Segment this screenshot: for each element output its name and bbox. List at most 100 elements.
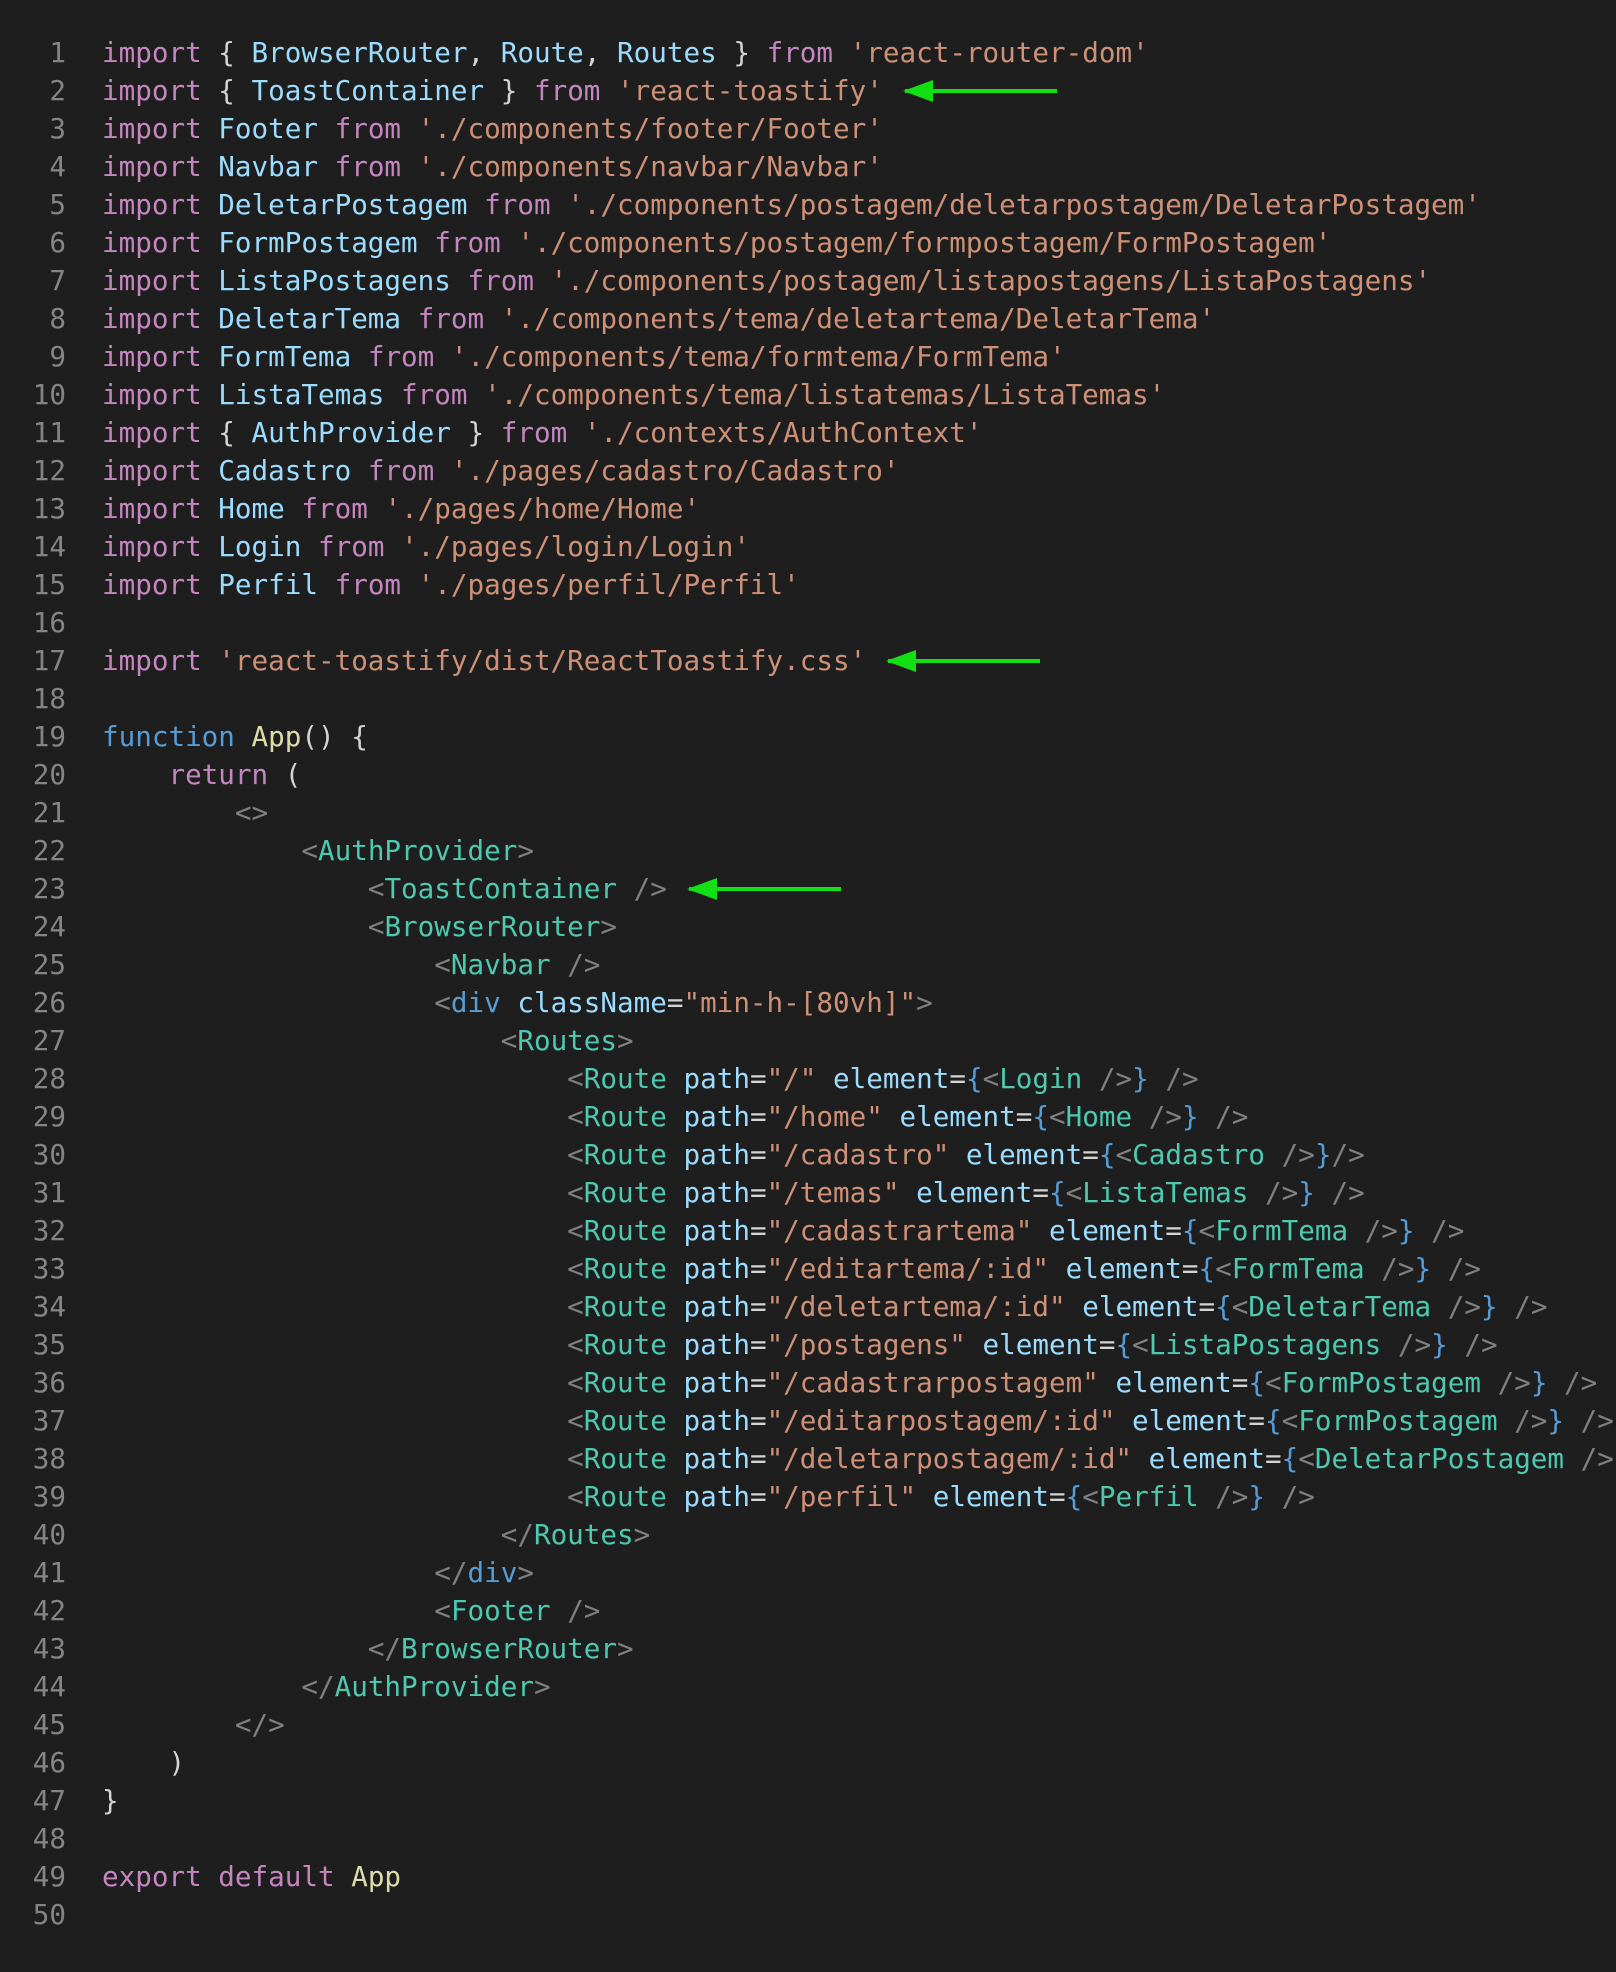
code-token: path — [683, 1480, 750, 1513]
code-token: div — [450, 986, 518, 1019]
code-line[interactable]: 15 import Perfil from './pages/perfil/Per… — [0, 566, 1616, 604]
code-line[interactable]: 27 <Routes> — [0, 1022, 1616, 1060]
code-token: } — [1431, 1328, 1448, 1361]
code-token: import — [102, 302, 219, 335]
code-line[interactable]: 30 <Route path="/cadastro" element={<Cad… — [0, 1136, 1616, 1174]
code-token: = — [1181, 1252, 1199, 1285]
code-line[interactable]: 50 — [0, 1896, 1616, 1934]
code-line[interactable]: 46 ) — [0, 1744, 1616, 1782]
line-code: import { AuthProvider } from './contexts… — [102, 414, 983, 452]
code-line[interactable]: 14 import Login from './pages/login/Login… — [0, 528, 1616, 566]
code-line[interactable]: 37 <Route path="/editarpostagem/:id" ele… — [0, 1402, 1616, 1440]
code-line[interactable]: 38 <Route path="/deletarpostagem/:id" el… — [0, 1440, 1616, 1478]
code-line[interactable]: 1 import { BrowserRouter, Route, Routes }… — [0, 34, 1616, 72]
code-line[interactable]: 11 import { AuthProvider } from './contex… — [0, 414, 1616, 452]
code-line[interactable]: 34 <Route path="/deletartema/:id" elemen… — [0, 1288, 1616, 1326]
code-line[interactable]: 10 import ListaTemas from './components/t… — [0, 376, 1616, 414]
line-code: <Route path="/perfil" element={<Perfil /… — [102, 1478, 1315, 1516]
code-line[interactable]: 23 <ToastContainer /> — [0, 870, 1616, 908]
line-code: import { BrowserRouter, Route, Routes } … — [102, 34, 1149, 72]
code-line[interactable]: 24 <BrowserRouter> — [0, 908, 1616, 946]
code-token: from — [401, 378, 485, 411]
code-token: > — [617, 1024, 634, 1057]
code-line[interactable]: 25 <Navbar /> — [0, 946, 1616, 984]
code-line[interactable]: 12 import Cadastro from './pages/cadastro… — [0, 452, 1616, 490]
code-line[interactable]: 2 import { ToastContainer } from 'react-t… — [0, 72, 1616, 110]
code-line[interactable]: 16 — [0, 604, 1616, 642]
code-line[interactable]: 19 function App() { — [0, 718, 1616, 756]
code-line[interactable]: 9 import FormTema from './components/tema… — [0, 338, 1616, 376]
code-token: < — [1298, 1442, 1315, 1475]
code-token: < — [567, 1480, 584, 1513]
line-number: 8 — [49, 302, 66, 335]
code-token: /> — [550, 1594, 601, 1627]
code-line[interactable]: 17 import 'react-toastify/dist/ReactToast… — [0, 642, 1616, 680]
code-line[interactable]: 20 return ( — [0, 756, 1616, 794]
code-line[interactable]: 42 <Footer /> — [0, 1592, 1616, 1630]
code-line[interactable]: 26 <div className="min-h-[80vh]"> — [0, 984, 1616, 1022]
code-line[interactable]: 36 <Route path="/cadastrarpostagem" elem… — [0, 1364, 1616, 1402]
code-line[interactable]: 47} — [0, 1782, 1616, 1820]
code-line[interactable]: 35 <Route path="/postagens" element={<Li… — [0, 1326, 1616, 1364]
code-token: './components/postagem/deletarpostagem/D… — [567, 188, 1481, 221]
code-line[interactable]: 22 <AuthProvider> — [0, 832, 1616, 870]
code-token: Route — [500, 36, 584, 69]
code-token: DeletarPostagem — [218, 188, 485, 221]
code-token: Routes — [617, 36, 717, 69]
code-token: BrowserRouter — [384, 910, 601, 943]
code-token: < — [567, 1138, 584, 1171]
code-line[interactable]: 8 import DeletarTema from './components/t… — [0, 300, 1616, 338]
code-token: div — [467, 1556, 518, 1589]
code-token: BrowserRouter — [251, 36, 468, 69]
code-token: ListaPostagens — [1148, 1328, 1382, 1361]
code-token: /> — [1497, 1404, 1548, 1437]
code-line[interactable]: 18 — [0, 680, 1616, 718]
code-token: /> — [1132, 1100, 1182, 1133]
code-token: { — [1065, 1480, 1083, 1513]
line-number: 20 — [32, 758, 66, 791]
code-line[interactable]: 21 <> — [0, 794, 1616, 832]
code-token: './pages/home/Home' — [384, 492, 701, 525]
line-number: 28 — [32, 1062, 66, 1095]
code-line[interactable]: 7 import ListaPostagens from './component… — [0, 262, 1616, 300]
green-arrow-annotation — [903, 80, 1057, 102]
code-line[interactable]: 41 </div> — [0, 1554, 1616, 1592]
code-token: } — [1530, 1366, 1548, 1399]
code-line[interactable]: 43 </BrowserRouter> — [0, 1630, 1616, 1668]
code-token: { — [1049, 1176, 1066, 1209]
line-number: 39 — [32, 1480, 66, 1513]
line-number: 45 — [32, 1708, 66, 1741]
line-number: 46 — [32, 1746, 66, 1779]
code-token: { — [1181, 1214, 1199, 1247]
code-line[interactable]: 44 </AuthProvider> — [0, 1668, 1616, 1706]
code-line[interactable]: 40 </Routes> — [0, 1516, 1616, 1554]
code-token: import — [102, 454, 219, 487]
code-editor[interactable]: 1 import { BrowserRouter, Route, Routes }… — [0, 34, 1616, 1934]
code-token: < — [1049, 1100, 1066, 1133]
line-number: 25 — [32, 948, 66, 981]
code-token: path — [683, 1214, 750, 1247]
code-line[interactable]: 39 <Route path="/perfil" element={<Perfi… — [0, 1478, 1616, 1516]
code-token: > — [517, 834, 534, 867]
code-line[interactable]: 5 import DeletarPostagem from './componen… — [0, 186, 1616, 224]
code-line[interactable]: 13 import Home from './pages/home/Home' — [0, 490, 1616, 528]
code-line[interactable]: 3 import Footer from './components/footer… — [0, 110, 1616, 148]
code-token: } — [1547, 1404, 1565, 1437]
code-token: > — [517, 1556, 534, 1589]
code-line[interactable]: 32 <Route path="/cadastrartema" element=… — [0, 1212, 1616, 1250]
code-line[interactable]: 33 <Route path="/editartema/:id" element… — [0, 1250, 1616, 1288]
code-line[interactable]: 6 import FormPostagem from './components/… — [0, 224, 1616, 262]
code-line[interactable]: 29 <Route path="/home" element={<Home />… — [0, 1098, 1616, 1136]
code-line[interactable]: 28 <Route path="/" element={<Login />} /… — [0, 1060, 1616, 1098]
code-line[interactable]: 31 <Route path="/temas" element={<ListaT… — [0, 1174, 1616, 1212]
code-token: from — [533, 74, 618, 107]
code-line[interactable]: 4 import Navbar from './components/navbar… — [0, 148, 1616, 186]
code-line[interactable]: 49 export default App — [0, 1858, 1616, 1896]
code-token: import — [102, 378, 219, 411]
code-line[interactable]: 45 </> — [0, 1706, 1616, 1744]
code-line[interactable]: 48 — [0, 1820, 1616, 1858]
